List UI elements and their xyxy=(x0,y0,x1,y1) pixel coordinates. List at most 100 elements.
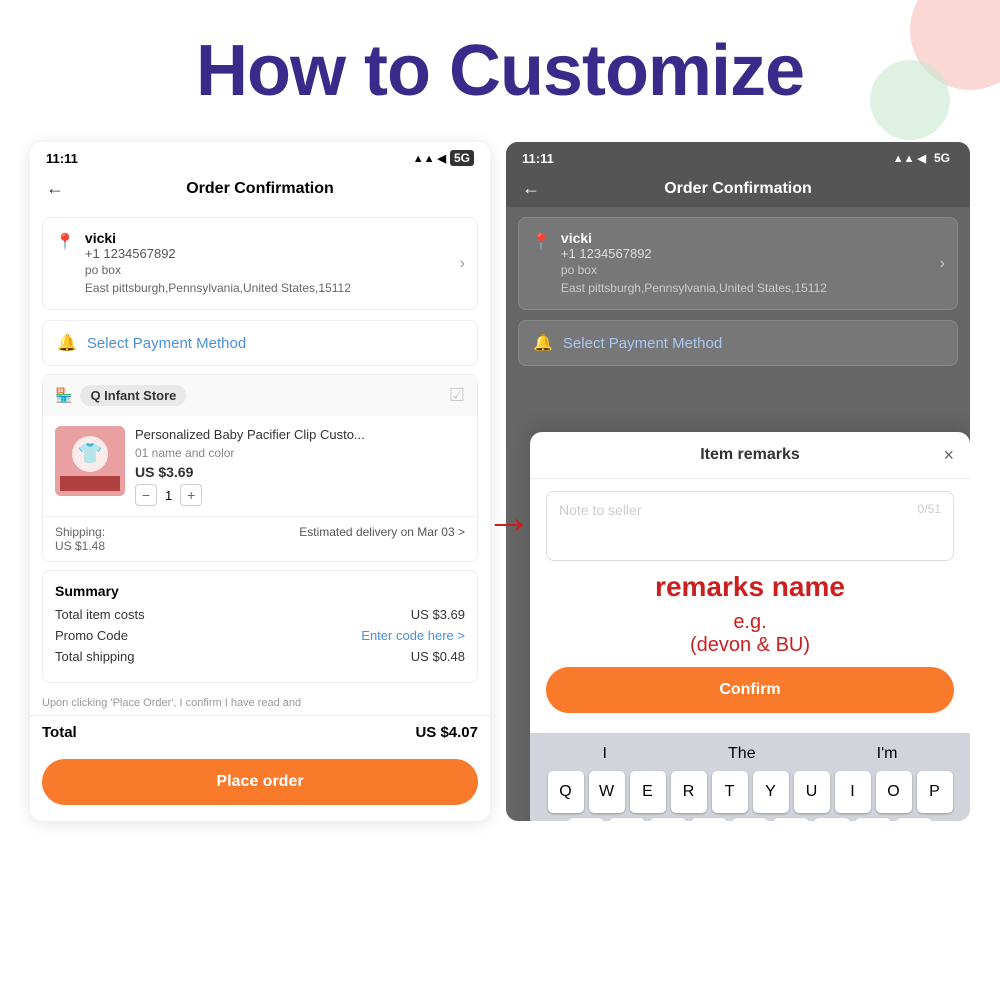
left-nav-title: Order Confirmation xyxy=(186,180,334,198)
key-a[interactable]: A xyxy=(568,818,604,821)
left-product-title: Personalized Baby Pacifier Clip Custo... xyxy=(135,426,465,444)
left-product-image: 👕 xyxy=(55,426,125,496)
key-k[interactable]: K xyxy=(855,818,891,821)
left-shipping-cost: US $1.48 xyxy=(55,539,105,553)
left-shipping-label: Shipping: xyxy=(55,525,105,539)
left-product-variant: 01 name and color xyxy=(135,446,465,460)
left-back-button[interactable]: ← xyxy=(46,178,64,199)
key-j[interactable]: J xyxy=(814,818,850,821)
key-g[interactable]: G xyxy=(732,818,768,821)
key-h[interactable]: H xyxy=(773,818,809,821)
keyboard-suggestions: I The I'm xyxy=(534,741,966,771)
left-total-shipping-value: US $0.48 xyxy=(411,649,465,664)
content-area: 11:11 ▲▲ ◀ 5G ← Order Confirmation 📍 vic… xyxy=(0,132,1000,831)
left-product-price: US $3.69 xyxy=(135,464,465,480)
address-chevron: › xyxy=(460,255,465,273)
left-nav-bar: ← Order Confirmation xyxy=(30,170,490,207)
left-total-label: Total xyxy=(42,724,77,741)
suggestion-i[interactable]: I xyxy=(603,745,607,763)
left-store-section: 🏪 Q Infant Store ☑ 👕 Personalized Baby P… xyxy=(42,374,478,562)
remarks-annotation-name: remarks name xyxy=(546,569,954,605)
left-store-header: 🏪 Q Infant Store ☑ xyxy=(43,375,477,416)
key-y[interactable]: Y xyxy=(753,771,789,813)
key-t[interactable]: T xyxy=(712,771,748,813)
red-arrow: ← xyxy=(485,490,533,545)
suggestion-im[interactable]: I'm xyxy=(877,745,898,763)
right-status-time: 11:11 xyxy=(522,151,554,166)
right-address-box: po box xyxy=(561,261,930,279)
left-product-row: 👕 Personalized Baby Pacifier Clip Custo.… xyxy=(43,416,477,516)
keyboard-row-2: A S D F G H J K L xyxy=(534,818,966,821)
right-phone-screen: 11:11 ▲▲ ◀ 5G ← Order Confirmation 📍 vic… xyxy=(506,142,970,821)
place-order-button[interactable]: Place order xyxy=(42,759,478,805)
left-item-cost-value: US $3.69 xyxy=(411,607,465,622)
right-address-name: vicki xyxy=(561,230,930,246)
right-address-card[interactable]: 📍 vicki +1 1234567892 po box East pittsb… xyxy=(518,217,958,310)
right-address-phone: +1 1234567892 xyxy=(561,246,930,261)
remarks-annotation-eg: e.g. (devon & BU) xyxy=(546,611,954,657)
right-address-info: vicki +1 1234567892 po box East pittsbur… xyxy=(561,230,930,297)
left-address-card[interactable]: 📍 vicki +1 1234567892 po box East pittsb… xyxy=(42,217,478,310)
left-payment-text: Select Payment Method xyxy=(87,335,246,352)
left-product-info: Personalized Baby Pacifier Clip Custo...… xyxy=(135,426,465,506)
key-u[interactable]: U xyxy=(794,771,830,813)
key-s[interactable]: S xyxy=(609,818,645,821)
left-status-bar: 11:11 ▲▲ ◀ 5G xyxy=(30,142,490,170)
qty-increase-button[interactable]: + xyxy=(180,484,202,506)
left-store-name: Q Infant Store xyxy=(80,385,186,406)
left-summary-title: Summary xyxy=(55,583,465,599)
left-status-time: 11:11 xyxy=(46,151,78,166)
right-status-icons: ▲▲ ◀ 5G xyxy=(893,150,954,166)
remarks-close-button[interactable]: × xyxy=(943,445,954,466)
qty-decrease-button[interactable]: − xyxy=(135,484,157,506)
left-total-row: Total US $4.07 xyxy=(30,715,490,749)
right-nav-title: Order Confirmation xyxy=(664,180,812,198)
left-promo-label: Promo Code xyxy=(55,628,128,643)
bg-circle-mint xyxy=(870,60,950,140)
key-l[interactable]: L xyxy=(896,818,932,821)
store-icon: 🏪 xyxy=(55,387,72,404)
key-d[interactable]: D xyxy=(650,818,686,821)
store-note-icon[interactable]: ☑ xyxy=(449,385,465,406)
remarks-title: Item remarks xyxy=(700,446,800,464)
suggestion-the[interactable]: The xyxy=(728,745,756,763)
key-e[interactable]: E xyxy=(630,771,666,813)
left-item-cost-label: Total item costs xyxy=(55,607,145,622)
left-phone-screen: 11:11 ▲▲ ◀ 5G ← Order Confirmation 📍 vic… xyxy=(30,142,490,821)
left-status-icons: ▲▲ ◀ 5G xyxy=(413,150,474,166)
right-payment-row: 🔔 Select Payment Method xyxy=(518,320,958,366)
keyboard-row-1: Q W E R T Y U I O P xyxy=(534,771,966,813)
key-w[interactable]: W xyxy=(589,771,625,813)
left-summary-items: Total item costs US $3.69 xyxy=(55,607,465,622)
remarks-content: Note to seller 0/51 remarks name e.g. (d… xyxy=(530,479,970,733)
remarks-header: Item remarks × xyxy=(530,432,970,479)
left-qty-controls: − 1 + xyxy=(135,484,465,506)
right-payment-text: Select Payment Method xyxy=(563,335,722,352)
location-icon: 📍 xyxy=(55,232,75,252)
left-summary-section: Summary Total item costs US $3.69 Promo … xyxy=(42,570,478,683)
left-address-location: East pittsburgh,Pennsylvania,United Stat… xyxy=(85,279,450,297)
key-p[interactable]: P xyxy=(917,771,953,813)
right-location-icon: 📍 xyxy=(531,232,551,252)
left-shipping-delivery: Estimated delivery on Mar 03 > xyxy=(299,525,465,553)
page-title: How to Customize xyxy=(0,0,1000,132)
left-total-value: US $4.07 xyxy=(415,724,478,741)
confirm-button[interactable]: Confirm xyxy=(546,667,954,713)
remarks-input-area[interactable]: Note to seller 0/51 xyxy=(546,491,954,561)
left-disclaimer: Upon clicking 'Place Order', I confirm I… xyxy=(30,691,490,715)
right-back-button[interactable]: ← xyxy=(522,178,540,199)
left-promo-link[interactable]: Enter code here > xyxy=(361,628,465,643)
item-remarks-popup: Item remarks × Note to seller 0/51 remar… xyxy=(530,432,970,821)
left-payment-row[interactable]: 🔔 Select Payment Method xyxy=(42,320,478,366)
key-i[interactable]: I xyxy=(835,771,871,813)
left-address-box: po box xyxy=(85,261,450,279)
key-f[interactable]: F xyxy=(691,818,727,821)
key-r[interactable]: R xyxy=(671,771,707,813)
left-address-info: vicki +1 1234567892 po box East pittsbur… xyxy=(85,230,450,297)
key-o[interactable]: O xyxy=(876,771,912,813)
left-shipping-left: Shipping: US $1.48 xyxy=(55,525,105,553)
left-shipping-row: Shipping: US $1.48 Estimated delivery on… xyxy=(43,516,477,561)
right-address-location: East pittsburgh,Pennsylvania,United Stat… xyxy=(561,279,930,297)
key-q[interactable]: Q xyxy=(548,771,584,813)
payment-icon: 🔔 xyxy=(57,333,77,353)
